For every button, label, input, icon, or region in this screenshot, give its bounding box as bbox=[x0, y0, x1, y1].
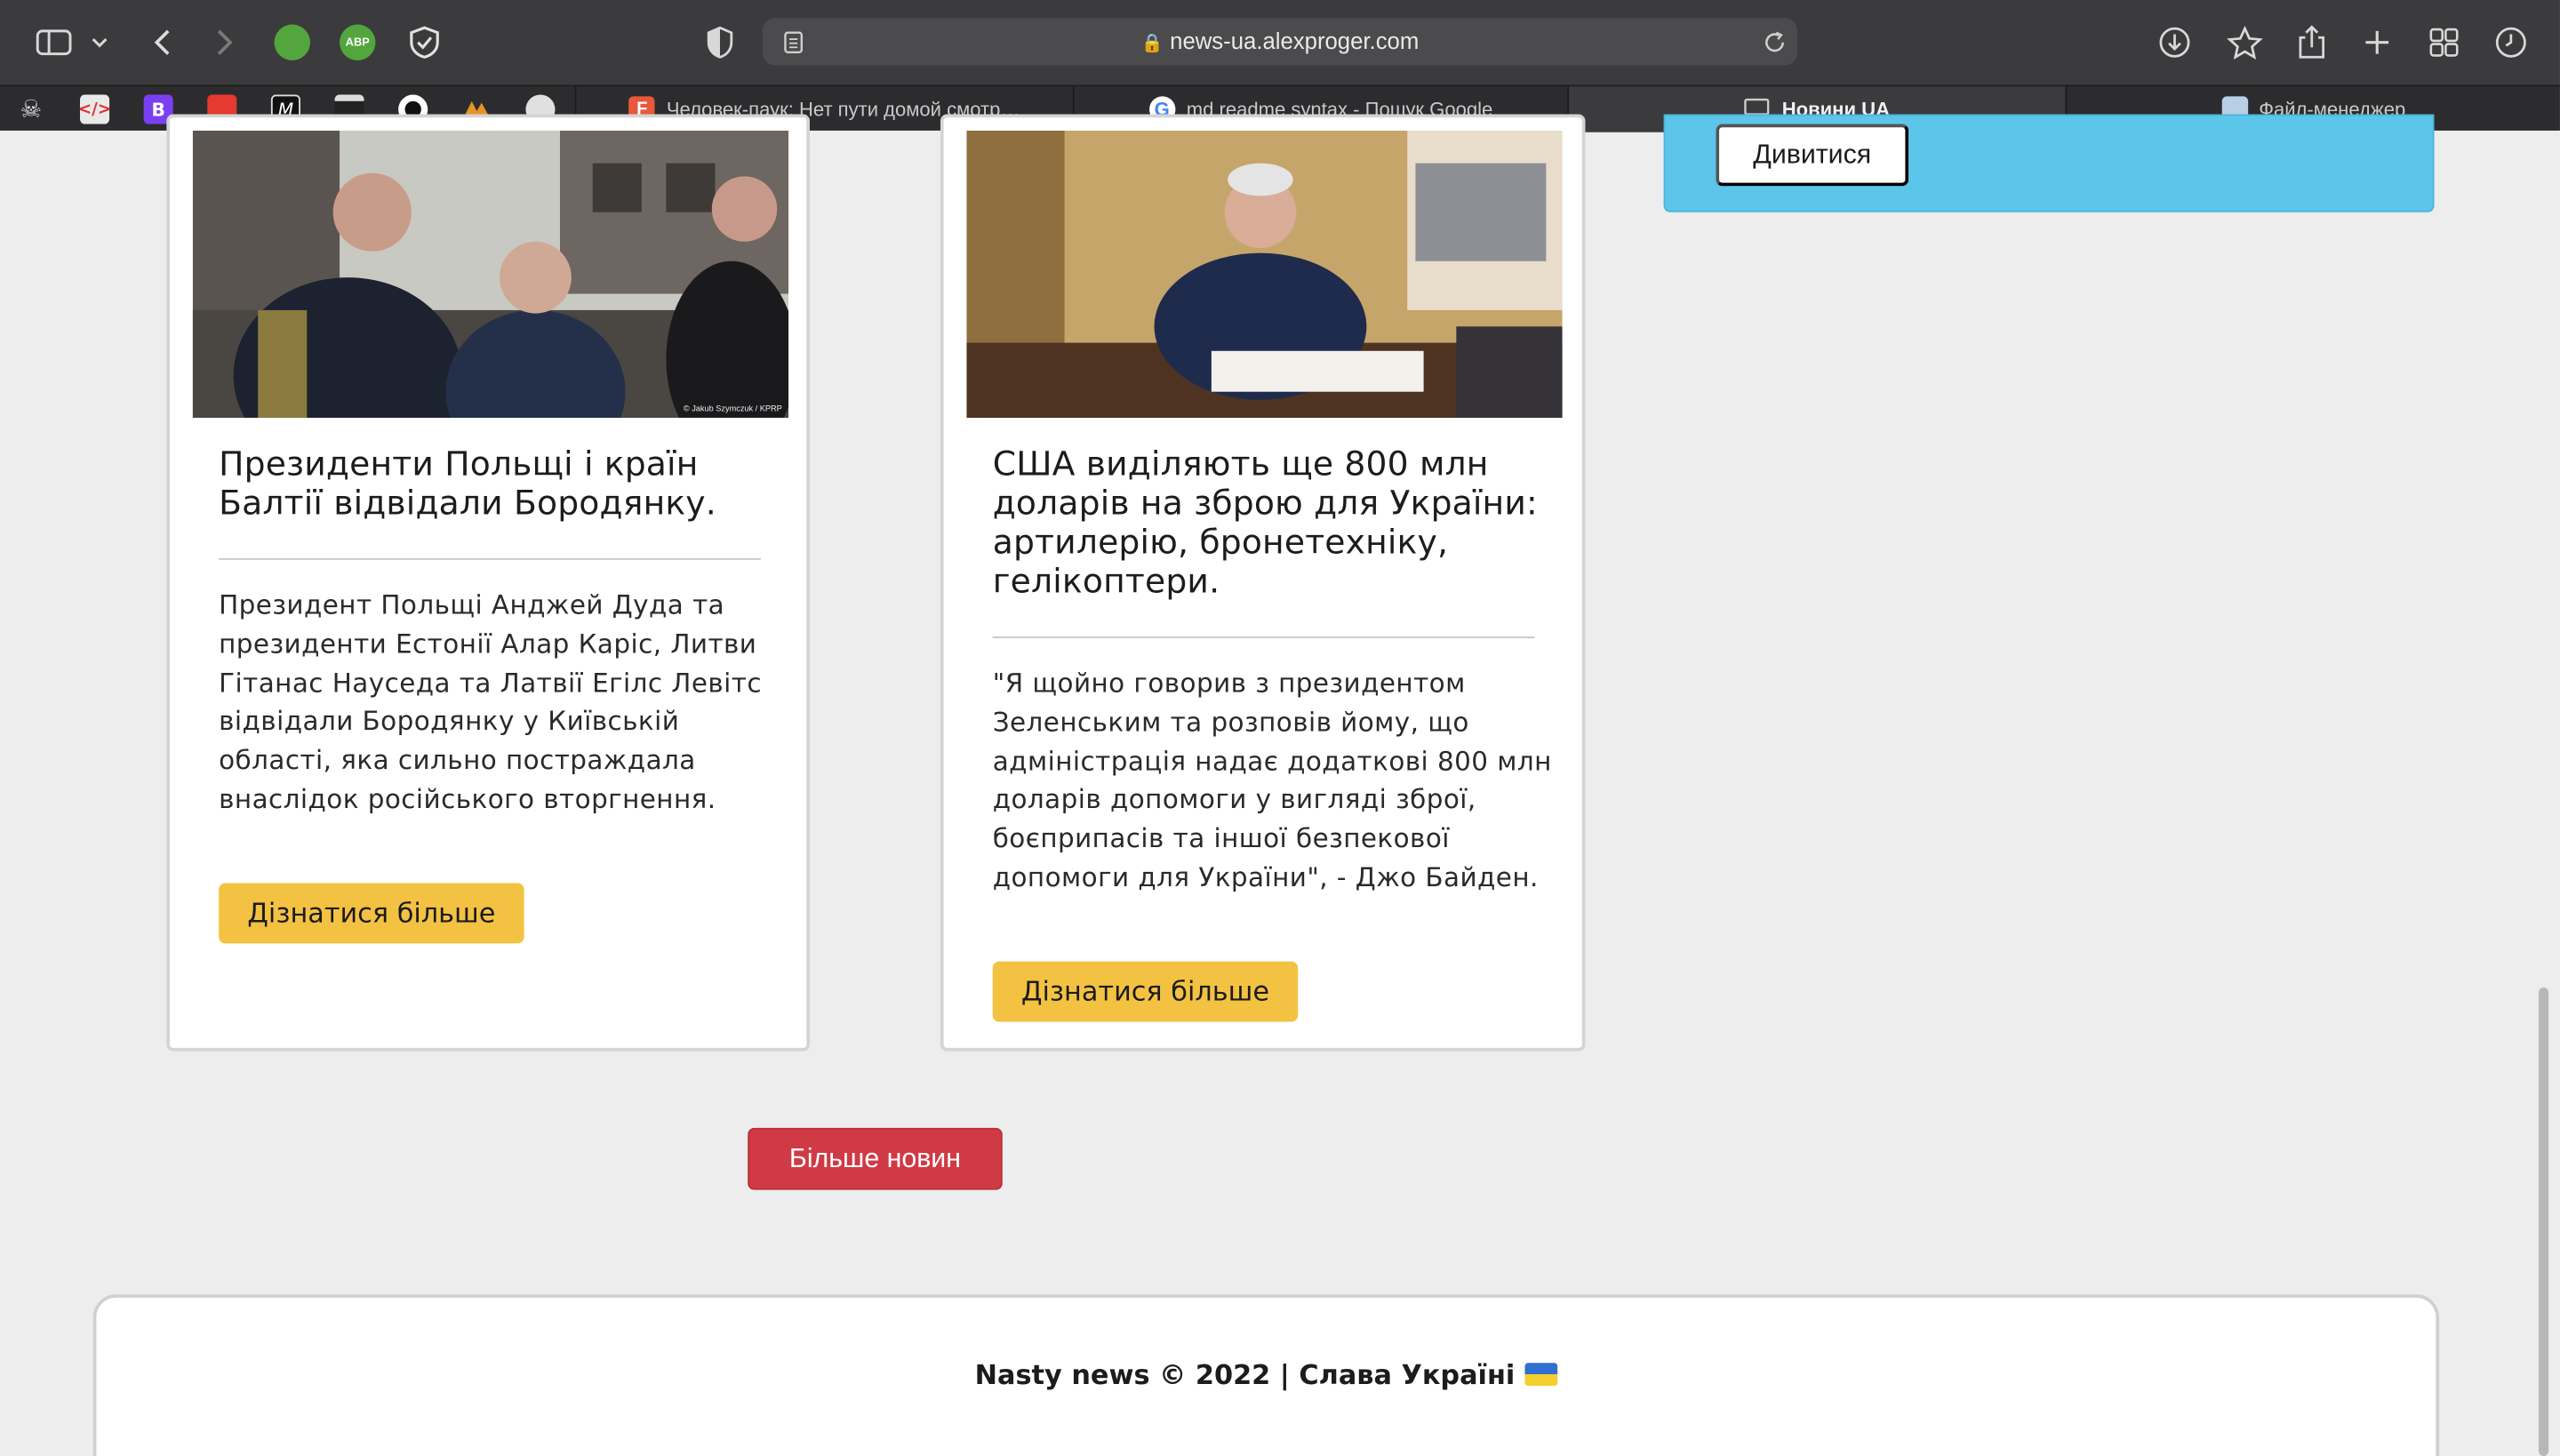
more-news-button[interactable]: Більше новин bbox=[748, 1127, 1003, 1190]
watch-button[interactable]: Дивитися bbox=[1716, 124, 1909, 187]
news-title: Президенти Польщі і країн Балтії відвіда… bbox=[219, 444, 716, 523]
sidebar-toggle-icon[interactable] bbox=[31, 20, 76, 65]
privacy-report-icon[interactable] bbox=[697, 20, 742, 65]
browser-toolbar: ABP 🔒 news-ua.alexproger.com bbox=[0, 0, 2560, 85]
new-tab-icon[interactable] bbox=[2355, 20, 2400, 65]
shield-check-icon[interactable] bbox=[402, 20, 447, 65]
read-more-button[interactable]: Дізнатися більше bbox=[992, 961, 1299, 1022]
pinned-tab-skull-icon[interactable]: ☠ bbox=[10, 92, 52, 127]
address-bar[interactable]: 🔒 news-ua.alexproger.com bbox=[762, 18, 1798, 66]
ukraine-flag-icon bbox=[1524, 1363, 1558, 1387]
news-card: США виділяють ще 800 млн доларів на збро… bbox=[940, 114, 1586, 1052]
footer: Nasty news © 2022 | Слава Україні bbox=[92, 1294, 2440, 1456]
adblock-label: ABP bbox=[345, 36, 370, 49]
tab-overview-icon[interactable] bbox=[2421, 20, 2467, 65]
news-excerpt: Президент Польщі Анджей Дуда та президен… bbox=[219, 588, 762, 815]
history-clock-icon[interactable] bbox=[2488, 20, 2533, 65]
footer-copyright: Nasty news © 2022 | Слава Україні bbox=[96, 1360, 2436, 1391]
image-credit: © Jakub Szymczuk / KPRP bbox=[683, 404, 782, 415]
page-scrollbar[interactable] bbox=[2539, 987, 2549, 1456]
url-display: 🔒 news-ua.alexproger.com bbox=[763, 28, 1797, 53]
divider bbox=[992, 636, 1535, 638]
url-text: news-ua.alexproger.com bbox=[1170, 28, 1420, 54]
divider bbox=[219, 558, 761, 560]
forward-icon[interactable] bbox=[203, 20, 248, 65]
news-image-borodianka: © Jakub Szymczuk / KPRP bbox=[192, 130, 789, 419]
adblock-icon[interactable]: ABP bbox=[340, 24, 376, 60]
read-more-button[interactable]: Дізнатися більше bbox=[219, 883, 524, 944]
bookmark-star-icon[interactable] bbox=[2222, 20, 2268, 65]
lock-icon: 🔒 bbox=[1140, 34, 1164, 54]
sidebar-promo-box: Дивитися bbox=[1663, 114, 2435, 212]
news-card: © Jakub Szymczuk / KPRP Президенти Польщ… bbox=[166, 114, 811, 1052]
extension-green-icon[interactable] bbox=[274, 24, 310, 60]
back-icon[interactable] bbox=[139, 20, 184, 65]
news-image-biden bbox=[966, 130, 1563, 419]
pinned-tab-code-icon[interactable]: </> bbox=[74, 92, 116, 127]
footer-text: Nasty news © 2022 | Слава Україні bbox=[974, 1359, 1516, 1391]
reload-icon[interactable] bbox=[1752, 20, 1797, 65]
news-excerpt: "Я щойно говорив з президентом Зеленськи… bbox=[992, 668, 1552, 893]
news-title: США виділяють ще 800 млн доларів на збро… bbox=[992, 444, 1538, 601]
downloads-icon[interactable] bbox=[2152, 20, 2197, 65]
share-icon[interactable] bbox=[2289, 20, 2334, 65]
chevron-down-icon[interactable] bbox=[82, 20, 117, 65]
